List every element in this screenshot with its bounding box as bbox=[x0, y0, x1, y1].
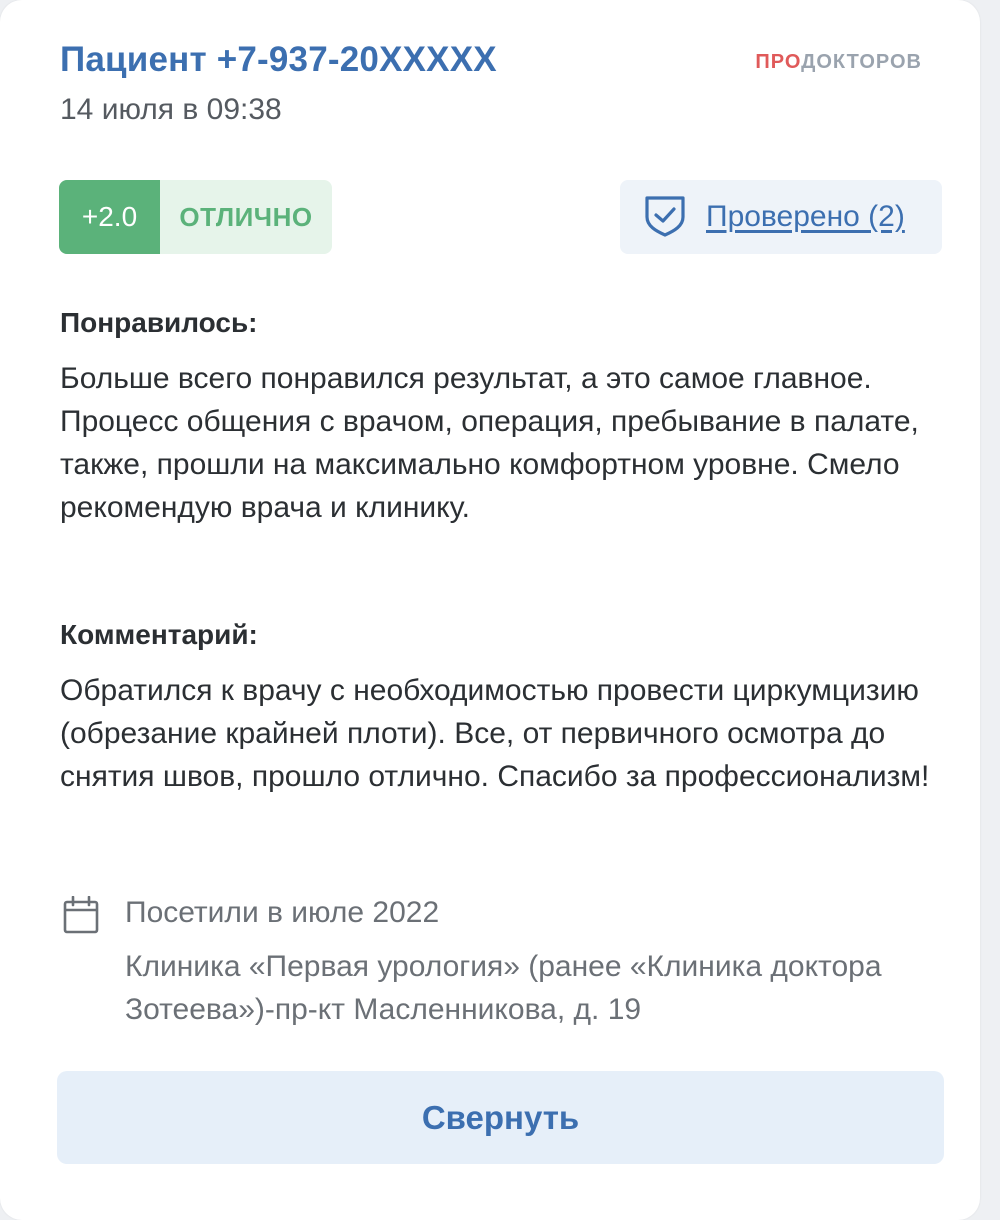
collapse-button[interactable]: Свернуть bbox=[57, 1071, 944, 1164]
prodoctorov-logo: ПРОДОКТОРОВ bbox=[755, 51, 922, 74]
logo-rest: ДОКТОРОВ bbox=[801, 51, 922, 73]
visit-date: Посетили в июле 2022 bbox=[125, 896, 440, 929]
comment-heading: Комментарий: bbox=[60, 619, 258, 650]
comment-text: Обратился к врачу с необходимостью прове… bbox=[60, 674, 930, 793]
logo-pro: ПРО bbox=[755, 51, 802, 73]
rating-badge: +2.0 ОТЛИЧНО bbox=[59, 180, 332, 254]
clinic-address: Клиника «Первая урология» (ранее «Клиник… bbox=[125, 950, 882, 1026]
rating-word: ОТЛИЧНО bbox=[179, 201, 313, 232]
review-author: Пациент +7-937-20XXXXX bbox=[60, 40, 497, 79]
liked-heading: Понравилось: bbox=[60, 307, 258, 338]
calendar-icon bbox=[63, 895, 99, 939]
shield-check-icon bbox=[620, 193, 706, 242]
verified-badge[interactable]: Проверено (2) bbox=[620, 180, 942, 254]
verified-link[interactable]: Проверено (2) bbox=[706, 200, 905, 234]
rating-score: +2.0 bbox=[59, 180, 160, 254]
liked-text: Больше всего понравился результат, а это… bbox=[60, 362, 919, 524]
review-card: Пациент +7-937-20XXXXX 14 июля в 09:38 П… bbox=[0, 0, 980, 1220]
review-date: 14 июля в 09:38 bbox=[60, 93, 282, 126]
